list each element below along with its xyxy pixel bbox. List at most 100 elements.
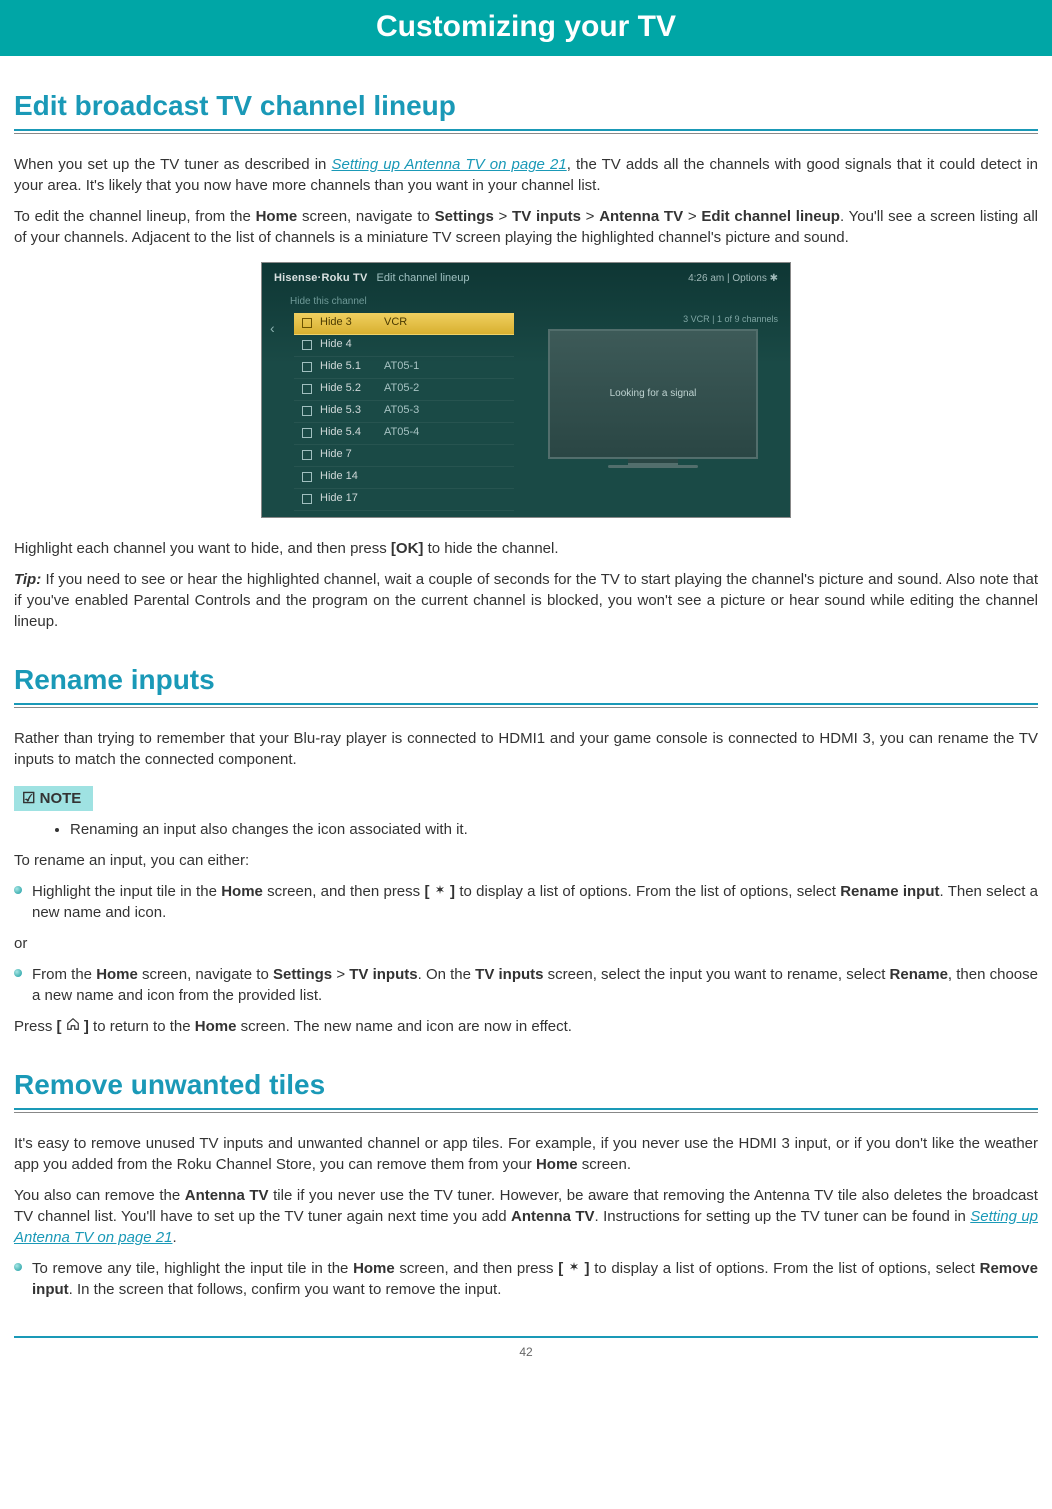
text-bold: Home [536, 1156, 578, 1173]
text: . [172, 1229, 176, 1246]
text-bold: [OK] [391, 540, 424, 557]
paragraph: Press [ ] to return to the Home screen. … [14, 1016, 1038, 1037]
chevron-left-icon: ‹ [270, 313, 280, 511]
page-banner: Customizing your TV [0, 0, 1052, 56]
channel-hide-label: Hide 17 [320, 491, 384, 506]
paragraph: To edit the channel lineup, from the Hom… [14, 206, 1038, 248]
channel-row[interactable]: Hide 5.2AT05-2 [294, 379, 514, 401]
checkbox-icon[interactable] [302, 450, 312, 460]
tv-preview-box: Looking for a signal [548, 329, 758, 459]
channel-row[interactable]: Hide 3VCR [294, 313, 514, 335]
text-bold: Settings [273, 966, 332, 983]
channel-hide-label: Hide 3 [320, 315, 384, 330]
channel-row[interactable]: Hide 7 [294, 445, 514, 467]
channel-row[interactable]: Hide 5.1AT05-1 [294, 357, 514, 379]
asterisk-button-label: [ ] [558, 1260, 589, 1277]
bullet-icon [14, 964, 32, 1006]
text: > [683, 208, 701, 225]
checkbox-icon[interactable] [302, 384, 312, 394]
text-bold: Home [195, 1018, 237, 1035]
text: > [581, 208, 599, 225]
text: > [494, 208, 512, 225]
channel-row[interactable]: Hide 14 [294, 467, 514, 489]
text: It's easy to remove unused TV inputs and… [14, 1135, 1038, 1173]
channel-hide-label: Hide 14 [320, 469, 384, 484]
channel-row[interactable]: Hide 5.3AT05-3 [294, 401, 514, 423]
text-bold: Settings [435, 208, 494, 225]
tv-preview-label: 3 VCR | 1 of 9 channels [528, 313, 778, 326]
tv-brand2: Roku TV [321, 272, 367, 284]
checkbox-icon[interactable] [302, 318, 312, 328]
link-setup-antenna[interactable]: Setting up Antenna TV on page 21 [332, 156, 567, 173]
tip-paragraph: Tip: If you need to see or hear the high… [14, 569, 1038, 632]
asterisk-icon [568, 1261, 580, 1273]
instruction-bullet: To remove any tile, highlight the input … [14, 1258, 1038, 1300]
text: Press [14, 1018, 57, 1035]
checkbox-icon[interactable] [302, 362, 312, 372]
text-bold: Rename input [840, 883, 939, 900]
tip-label: Tip: [14, 571, 41, 588]
note-list: Renaming an input also changes the icon … [70, 819, 1038, 840]
text-bold: Antenna TV [185, 1187, 269, 1204]
checkbox-icon[interactable] [302, 428, 312, 438]
channel-name: AT05-1 [384, 359, 419, 374]
paragraph: Rather than trying to remember that your… [14, 728, 1038, 770]
tv-channel-list: Hide 3VCRHide 4Hide 5.1AT05-1Hide 5.2AT0… [294, 313, 514, 511]
text: > [332, 966, 349, 983]
text: screen. [578, 1156, 631, 1173]
paragraph: When you set up the TV tuner as describe… [14, 154, 1038, 196]
text: To edit the channel lineup, from the [14, 208, 256, 225]
text: screen. The new name and icon are now in… [236, 1018, 571, 1035]
paragraph: It's easy to remove unused TV inputs and… [14, 1133, 1038, 1175]
footer-rule [14, 1336, 1038, 1338]
tv-header: Hisense·Roku TV Edit channel lineup 4:26… [262, 263, 790, 292]
text: screen, and then press [263, 883, 425, 900]
text: . On the [418, 966, 476, 983]
checkbox-icon[interactable] [302, 472, 312, 482]
channel-row[interactable]: Hide 5.4AT05-4 [294, 423, 514, 445]
note-badge: NOTE [14, 786, 93, 811]
text: screen, and then press [395, 1260, 558, 1277]
page-number: 42 [14, 1344, 1038, 1361]
instruction-bullet: From the Home screen, navigate to Settin… [14, 964, 1038, 1006]
channel-hide-label: Hide 4 [320, 337, 384, 352]
channel-hide-label: Hide 5.3 [320, 403, 384, 418]
tv-subhead: Hide this channel [262, 293, 790, 313]
tv-screen-title: Edit channel lineup [377, 272, 470, 284]
text: Highlight the input tile in the [32, 883, 221, 900]
text: When you set up the TV tuner as describe… [14, 156, 332, 173]
heading-edit-lineup: Edit broadcast TV channel lineup [14, 86, 1038, 125]
channel-row[interactable]: Hide 17 [294, 489, 514, 511]
tip-body: If you need to see or hear the highlight… [14, 571, 1038, 630]
note-item: Renaming an input also changes the icon … [70, 819, 1038, 840]
paragraph: To rename an input, you can either: [14, 850, 1038, 871]
text: to hide the channel. [423, 540, 558, 557]
checkbox-icon[interactable] [302, 406, 312, 416]
text-bold: Home [96, 966, 138, 983]
tv-time: 4:26 am | Options ✱ [688, 272, 778, 286]
text-bold: Edit channel lineup [701, 208, 840, 225]
checkbox-icon[interactable] [302, 494, 312, 504]
asterisk-button-label: [ ] [424, 883, 455, 900]
channel-name: AT05-3 [384, 403, 419, 418]
text-bold: Antenna TV [599, 208, 683, 225]
tv-preview: 3 VCR | 1 of 9 channels Looking for a si… [528, 313, 778, 511]
asterisk-icon [434, 884, 446, 896]
section-rule [14, 703, 1038, 708]
paragraph: You also can remove the Antenna TV tile … [14, 1185, 1038, 1248]
text-bold: Rename [890, 966, 948, 983]
text: . In the screen that follows, confirm yo… [69, 1281, 502, 1298]
text-bold: Home [256, 208, 298, 225]
heading-remove-tiles: Remove unwanted tiles [14, 1065, 1038, 1104]
tv-preview-text: Looking for a signal [610, 387, 697, 401]
channel-name: VCR [384, 315, 407, 330]
tv-screenshot: Hisense·Roku TV Edit channel lineup 4:26… [261, 262, 791, 517]
text-bold: TV inputs [512, 208, 581, 225]
channel-name: AT05-2 [384, 381, 419, 396]
home-icon [66, 1017, 80, 1031]
instruction-bullet: Highlight the input tile in the Home scr… [14, 881, 1038, 923]
channel-hide-label: Hide 7 [320, 447, 384, 462]
checkbox-icon[interactable] [302, 340, 312, 350]
text: From the [32, 966, 96, 983]
channel-row[interactable]: Hide 4 [294, 335, 514, 357]
